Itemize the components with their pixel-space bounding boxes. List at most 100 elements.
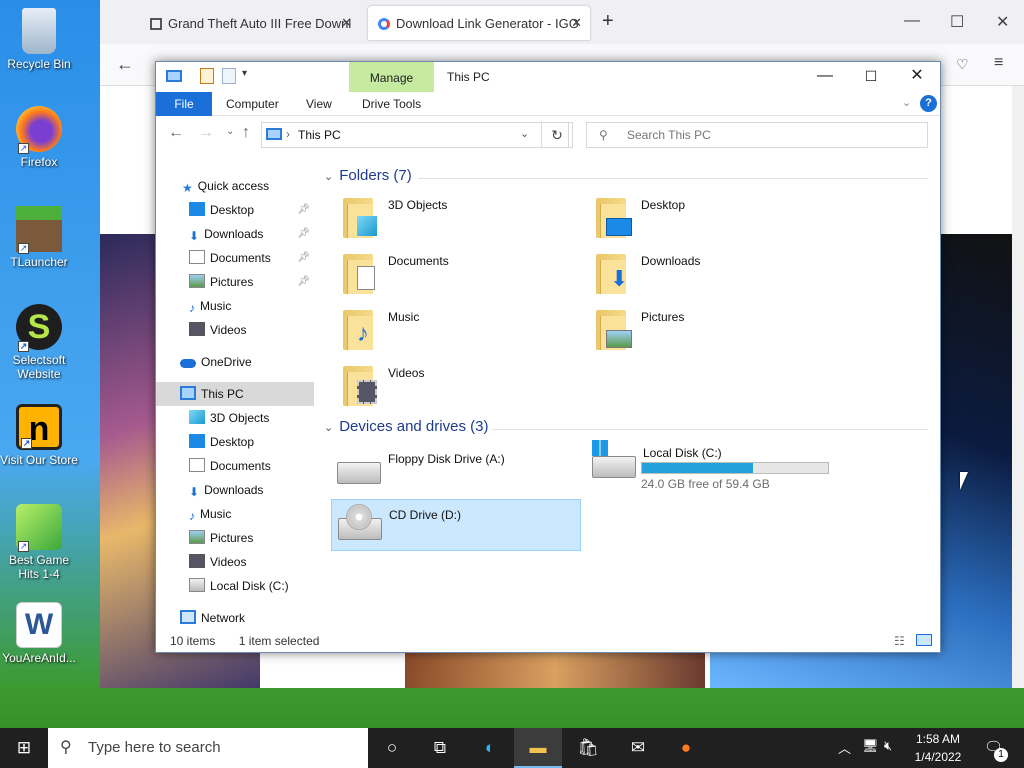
maximize-icon[interactable]: ☐ [950,12,964,32]
tab-file[interactable]: File [156,92,212,116]
drive-cd-d[interactable]: CD Drive (D:) [331,499,581,551]
nav-qa-music[interactable]: ♪ Music [156,294,314,318]
minimize-icon[interactable]: — [802,62,848,92]
start-windows-icon[interactable]: ⊞ [0,728,48,768]
new-folder-icon[interactable] [222,68,236,84]
back-arrow-icon[interactable]: ← [168,124,184,142]
properties-icon[interactable] [200,68,214,84]
folder-downloads-icon: ⬇ [596,254,634,294]
folder-desktop[interactable]: Desktop [584,192,824,242]
nav-pc-pictures[interactable]: Pictures [156,526,314,550]
search-input[interactable]: ⚲ Search This PC [586,122,928,148]
folders-group-header[interactable]: ⌄ Folders (7) [324,167,412,184]
manage-contextual-tab[interactable]: Manage [349,62,434,92]
address-field[interactable]: › This PC ⌄ [261,122,569,148]
nav-pc-local-disk[interactable]: Local Disk (C:) [156,574,314,598]
store-bag-icon[interactable]: 🛍︎ [564,728,612,768]
nav-qa-downloads[interactable]: ⬇ Downloads 📌︎ [156,222,314,246]
star-icon: ★ [182,181,193,195]
taskbar-search-input[interactable]: ⚲ Type here to search [48,728,368,768]
recycle-bin-icon[interactable]: Recycle Bin [0,8,78,71]
browser-scrollbar[interactable] [1012,86,1024,688]
nav-qa-pictures[interactable]: Pictures 📌︎ [156,270,314,294]
folder-documents[interactable]: Documents [331,248,571,298]
close-icon[interactable]: ✕ [996,12,1009,32]
back-arrow-icon[interactable]: ← [116,54,134,75]
nav-pc-3d-objects[interactable]: 3D Objects [156,406,314,430]
film-icon [189,322,205,336]
best-game-hits-desktop-icon[interactable]: ↗ Best Game Hits 1-4 [0,504,78,581]
maximize-icon[interactable]: ☐ [848,62,894,92]
address-dropdown-icon[interactable]: ⌄ [520,127,529,140]
browser-tab-gta[interactable]: Grand Theft Auto III Free Downl ✕ [140,6,360,40]
folder-videos[interactable]: Videos [331,360,571,410]
minimize-icon[interactable]: — [904,12,920,30]
tab-drive-tools[interactable]: Drive Tools [362,92,421,116]
new-tab-button[interactable]: + [602,10,614,33]
menu-icon[interactable]: ≡ [994,54,1003,72]
nav-qa-documents[interactable]: Documents 📌︎ [156,246,314,270]
details-view-icon[interactable]: ☷ [894,634,905,648]
network-icon[interactable]: 🖥︎ [862,738,879,754]
devices-group-header[interactable]: ⌄ Devices and drives (3) [324,418,488,435]
nav-qa-desktop[interactable]: Desktop 📌︎ [156,198,314,222]
pocket-icon[interactable]: ♡ [956,56,969,73]
large-icons-view-icon[interactable] [916,634,932,646]
folder-music[interactable]: ♪ Music [331,304,571,354]
nav-pc-music[interactable]: ♪ Music [156,502,314,526]
close-tab-icon[interactable]: ✕ [341,15,352,31]
cortana-icon[interactable]: ○ [368,728,416,768]
nav-network[interactable]: Network [156,606,314,630]
folder-3d-objects[interactable]: 3D Objects [331,192,571,242]
customize-toolbar-icon[interactable]: ▾ [242,68,247,79]
chevron-up-icon[interactable]: ︿ [838,738,851,757]
file-explorer-taskbar-icon[interactable]: ▬ [514,728,562,768]
disk-free-space: 24.0 GB free of 59.4 GB [641,477,770,491]
up-arrow-icon[interactable]: ↑ [242,124,250,142]
folder-downloads[interactable]: ⬇ Downloads [584,248,824,298]
tab-view[interactable]: View [306,92,332,116]
nav-this-pc[interactable]: This PC [156,382,314,406]
nav-pc-videos[interactable]: Videos [156,550,314,574]
folder-pictures[interactable]: Pictures [584,304,824,354]
firefox-taskbar-icon[interactable]: ● [662,728,710,768]
nav-qa-videos[interactable]: Videos [156,318,314,342]
breadcrumb[interactable]: This PC [298,128,341,142]
recent-locations-icon[interactable]: ⌄ [226,126,234,137]
edge-icon[interactable]: ◐ [466,728,514,768]
refresh-button[interactable]: ↻ [541,122,573,148]
nav-onedrive[interactable]: OneDrive [156,350,314,374]
help-icon[interactable]: ? [920,95,937,112]
firefox-desktop-icon[interactable]: ↗ Firefox [0,106,78,169]
this-pc-icon [180,386,196,400]
nav-pc-downloads[interactable]: ⬇ Downloads [156,478,314,502]
forward-arrow-icon[interactable]: → [198,124,214,142]
close-icon[interactable]: ✕ [894,62,940,92]
volume-muted-icon[interactable]: 🔇︎ [884,738,892,754]
igg-favicon-icon [150,18,162,30]
drive-floppy-a[interactable]: Floppy Disk Drive (A:) [331,444,581,496]
clock-date: 1/4/2022 [914,750,962,764]
taskbar: ⊞ ⚲ Type here to search ○ ⧉ ◐ ▬ 🛍︎ ✉ ● ︿… [0,728,1024,768]
visit-store-desktop-icon[interactable]: n ↗ Visit Our Store [0,404,78,467]
nav-pc-documents[interactable]: Documents [156,454,314,478]
expand-ribbon-icon[interactable]: ⌄ [902,96,911,109]
mail-icon[interactable]: ✉ [614,728,662,768]
ribbon-tabs: Computer View Drive Tools ⌄ ? [156,92,940,116]
nav-pc-desktop[interactable]: Desktop [156,430,314,454]
browser-tab-download-link[interactable]: Download Link Generator - IGG ✕ [368,6,590,40]
close-tab-icon[interactable]: ✕ [571,15,582,31]
status-selection: 1 item selected [238,634,320,648]
drive-local-disk-c[interactable]: Local Disk (C:) 24.0 GB free of 59.4 GB [586,438,846,491]
music-note-icon: ♪ [189,509,195,523]
download-arrow-icon: ⬇ [189,485,200,499]
word-icon: W [16,602,62,648]
file-explorer-window: ▾ Manage This PC — ☐ ✕ Computer View Dri… [155,61,941,653]
word-doc-desktop-icon[interactable]: W YouAreAnId... [0,602,78,665]
nav-quick-access[interactable]: ★ Quick access [156,174,314,198]
taskbar-clock[interactable]: 1:58 AM 1/4/2022 [900,730,976,766]
tab-computer[interactable]: Computer [226,92,279,116]
selectsoft-desktop-icon[interactable]: S ↗ Selectsoft Website [0,304,78,381]
tlauncher-desktop-icon[interactable]: ↗ TLauncher [0,206,78,269]
task-view-icon[interactable]: ⧉ [416,728,464,768]
